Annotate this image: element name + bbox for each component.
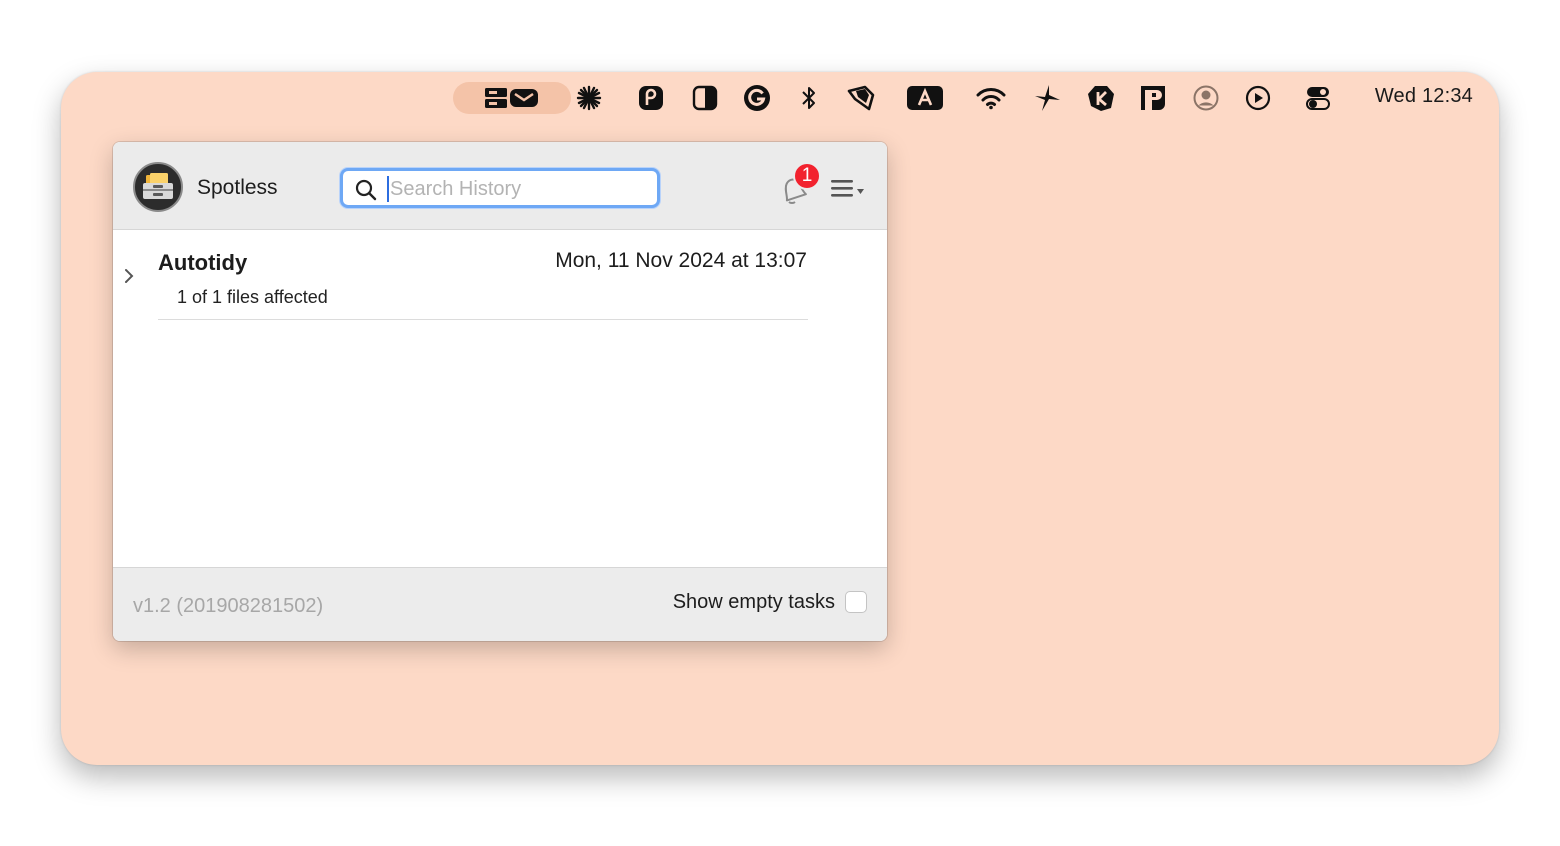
asterisk-menu-extra[interactable] bbox=[573, 82, 605, 114]
control-center-menu-extra[interactable] bbox=[1301, 82, 1335, 114]
spotless-popover: Spotless 1 Autotidy Mon, 11 Nov 2024 at … bbox=[113, 142, 887, 641]
menu-bar: Wed 12:34 bbox=[61, 72, 1499, 124]
app-name: Spotless bbox=[197, 176, 278, 199]
spotless-mail-icon bbox=[485, 88, 538, 108]
play-menu-extra[interactable] bbox=[1241, 82, 1275, 114]
wifi-menu-extra[interactable] bbox=[973, 82, 1009, 114]
grammarly-icon bbox=[744, 85, 770, 111]
row-divider bbox=[158, 319, 808, 320]
pastebot-icon bbox=[639, 86, 663, 110]
notification-badge: 1 bbox=[793, 162, 821, 190]
version-label: v1.2 (201908281502) bbox=[133, 595, 324, 617]
spark-menu-extra[interactable] bbox=[1029, 82, 1065, 114]
popover-header: Spotless 1 bbox=[113, 142, 887, 230]
drawer-icon bbox=[143, 173, 173, 199]
popover-footer: v1.2 (201908281502) Show empty tasks bbox=[113, 567, 887, 641]
play-icon bbox=[1245, 85, 1271, 111]
history-row[interactable]: Autotidy Mon, 11 Nov 2024 at 13:07 1 of … bbox=[113, 230, 887, 322]
menu-bar-clock[interactable]: Wed 12:34 bbox=[1375, 85, 1473, 108]
asterisk-icon bbox=[576, 85, 602, 111]
keystroke-menu-extra[interactable] bbox=[1083, 82, 1119, 114]
font-a-icon bbox=[907, 86, 943, 110]
wifi-icon bbox=[976, 88, 1006, 110]
spotless-logo bbox=[133, 162, 183, 212]
shield-menu-extra[interactable] bbox=[845, 82, 877, 114]
chevron-right-icon[interactable] bbox=[123, 267, 135, 285]
bluetooth-menu-extra[interactable] bbox=[793, 82, 825, 114]
user-menu-extra[interactable] bbox=[1189, 82, 1223, 114]
spotless-menu-extra[interactable] bbox=[453, 82, 571, 114]
bluetooth-icon bbox=[802, 87, 815, 109]
search-history-input[interactable] bbox=[387, 176, 647, 202]
shield-icon bbox=[847, 85, 875, 111]
grammarly-menu-extra[interactable] bbox=[741, 82, 773, 114]
task-summary: 1 of 1 files affected bbox=[177, 287, 328, 307]
pastebot-menu-extra[interactable] bbox=[635, 82, 667, 114]
paste-icon bbox=[1141, 86, 1165, 110]
contrast-menu-extra[interactable] bbox=[689, 82, 721, 114]
user-circle-icon bbox=[1193, 85, 1219, 111]
paste-menu-extra[interactable] bbox=[1135, 82, 1171, 114]
font-menu-extra[interactable] bbox=[905, 82, 945, 114]
search-box[interactable] bbox=[340, 168, 660, 208]
contrast-icon bbox=[692, 85, 718, 111]
task-date: Mon, 11 Nov 2024 at 13:07 bbox=[555, 249, 807, 272]
control-center-icon bbox=[1306, 87, 1330, 110]
search-icon bbox=[355, 179, 377, 201]
task-title: Autotidy bbox=[158, 250, 248, 275]
keystroke-icon bbox=[1088, 86, 1114, 111]
options-menu-icon[interactable] bbox=[829, 176, 867, 200]
show-empty-tasks-label[interactable]: Show empty tasks bbox=[673, 591, 835, 614]
show-empty-tasks-checkbox[interactable] bbox=[845, 591, 867, 613]
spark-icon bbox=[1035, 85, 1060, 111]
